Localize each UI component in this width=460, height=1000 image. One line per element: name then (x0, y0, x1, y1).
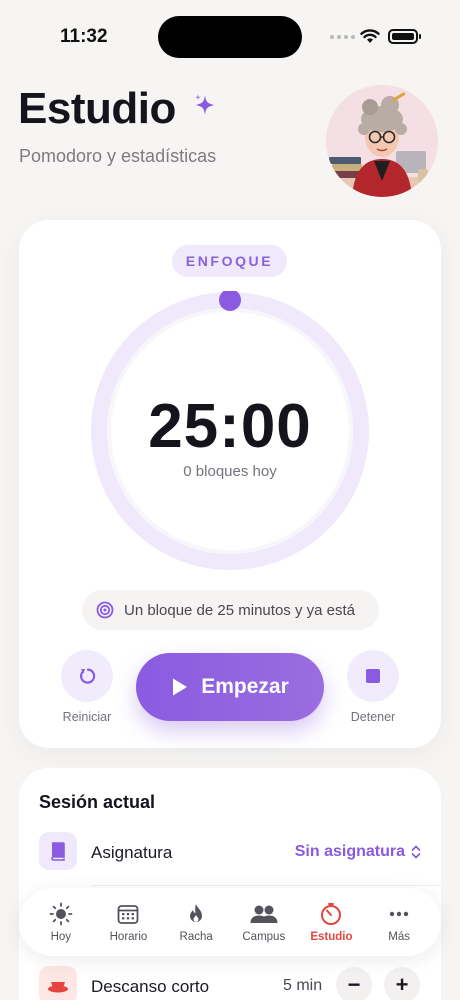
status-time: 11:32 (60, 26, 108, 47)
divider (91, 885, 441, 886)
tab-horario[interactable]: Horario (96, 902, 160, 943)
flame-icon (190, 903, 203, 922)
tab-label: Horario (109, 930, 148, 943)
stop-icon (366, 669, 380, 683)
calendar-icon (118, 904, 139, 924)
tab-label: Racha (179, 930, 213, 943)
session-title: Sesión actual (39, 792, 156, 812)
tab-campus[interactable]: Campus (232, 902, 296, 943)
tab-label: Campus (242, 930, 286, 943)
dynamic-island (158, 16, 302, 58)
subject-selector[interactable]: Sin asignatura (295, 843, 421, 861)
avatar[interactable] (326, 85, 438, 197)
timer-ring: 25:00 0 bloques hoy (90, 291, 370, 571)
reset-label: Reiniciar (62, 710, 112, 724)
tab-hoy[interactable]: Hoy (29, 902, 93, 943)
page-subtitle: Pomodoro y estadísticas (19, 146, 217, 166)
tab-label: Más (388, 930, 410, 943)
people-icon (250, 905, 278, 923)
subject-icon-box (39, 832, 77, 870)
hint-text: Un bloque de 25 minutos y ya está (124, 601, 355, 619)
page-title: Estudio (18, 84, 176, 133)
teacher-illustration-icon (326, 85, 438, 197)
tab-label: Estudio (310, 930, 353, 943)
tab-racha[interactable]: Racha (164, 902, 228, 943)
start-label: Empezar (201, 675, 289, 698)
reset-button[interactable] (61, 650, 113, 702)
mode-pill[interactable]: ENFOQUE (172, 245, 287, 277)
wifi-icon (360, 29, 380, 43)
session-card: Sesión actual Asignatura Sin asignatura … (19, 768, 441, 1000)
tab-label: Hoy (50, 930, 72, 943)
tab-mas[interactable]: Más (367, 902, 431, 943)
increment-button[interactable]: + (384, 967, 420, 1000)
tab-bar: Hoy Horario Racha Campus Estudio Más (19, 888, 441, 956)
chevron-up-down-icon (411, 845, 421, 859)
sparkle-icon (195, 94, 214, 115)
break-icon-box (39, 966, 77, 1000)
book-icon (51, 842, 65, 861)
sun-icon (49, 902, 73, 925)
play-icon (173, 678, 188, 696)
timer-card: ENFOQUE 25:00 0 bloques hoy Un bloque de… (19, 220, 441, 748)
subject-label: Asignatura (91, 843, 173, 862)
battery-icon (388, 29, 421, 44)
start-button[interactable]: Empezar (136, 653, 324, 721)
subject-value: Sin asignatura (294, 843, 405, 860)
stop-button[interactable] (347, 650, 399, 702)
blocks-today: 0 bloques hoy (183, 463, 277, 480)
cup-icon (48, 982, 68, 993)
stop-label: Detener (350, 710, 396, 724)
decrement-button[interactable]: − (336, 967, 372, 1000)
signal-icon (330, 35, 355, 39)
timer-value: 25:00 (148, 392, 312, 461)
short-break-label: Descanso corto (91, 977, 210, 996)
target-icon (96, 601, 114, 619)
status-bar: 11:32 (0, 0, 460, 72)
timer-icon (321, 902, 342, 925)
tab-estudio[interactable]: Estudio (299, 902, 363, 943)
short-break-value: 5 min (283, 977, 323, 994)
hint-pill: Un bloque de 25 minutos y ya está (82, 590, 379, 630)
more-icon (389, 911, 409, 916)
reset-icon (80, 668, 96, 684)
